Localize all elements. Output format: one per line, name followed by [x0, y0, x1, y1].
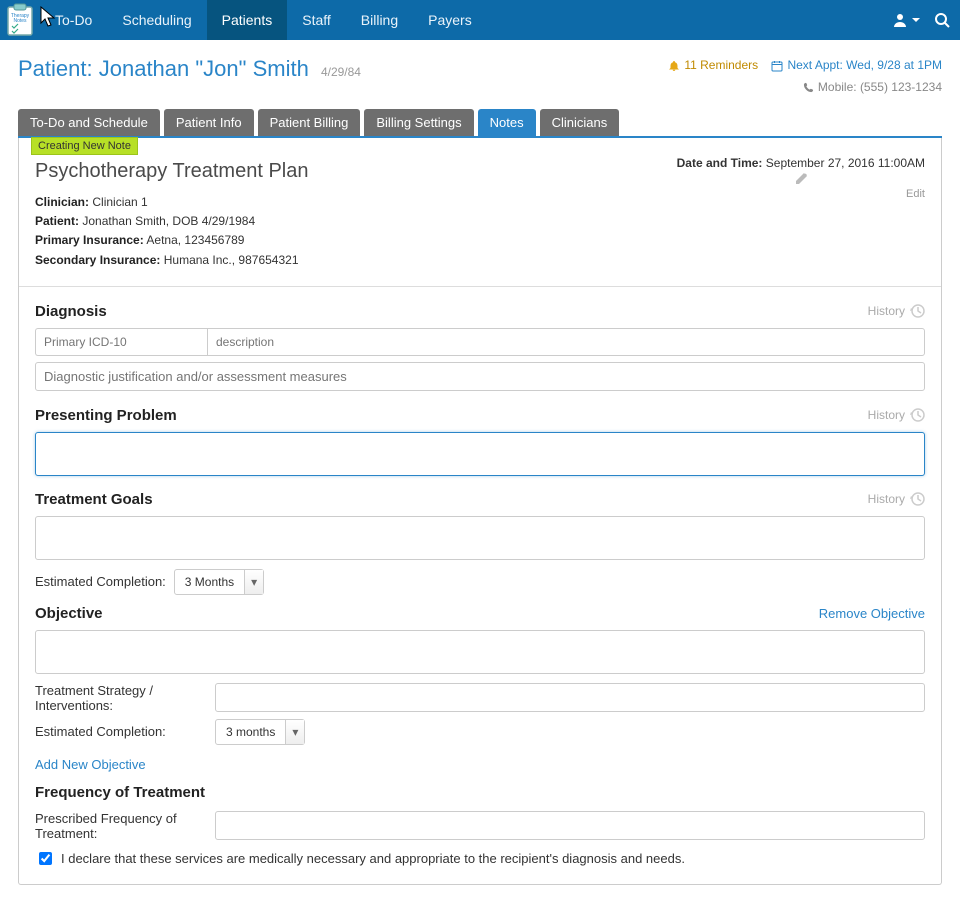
objective-est-completion-value: 3 months [216, 725, 285, 739]
patient-meta-value: Jonathan Smith, DOB 4/29/1984 [82, 214, 255, 228]
remove-objective-link[interactable]: Remove Objective [819, 606, 925, 621]
patient-meta-label: Patient: [35, 214, 79, 228]
objective-est-completion-select[interactable]: 3 months ▾ [215, 719, 305, 745]
history-icon [909, 491, 925, 507]
tab-clinicians[interactable]: Clinicians [540, 109, 620, 136]
strategy-label: Treatment Strategy / Interventions: [35, 683, 207, 713]
nav-billing[interactable]: Billing [346, 0, 413, 40]
clinician-label: Clinician: [35, 195, 89, 209]
declaration-checkbox[interactable] [39, 852, 52, 865]
tab-patient-info[interactable]: Patient Info [164, 109, 254, 136]
goals-title: Treatment Goals [35, 491, 153, 508]
tab-patient-billing[interactable]: Patient Billing [258, 109, 361, 136]
chevron-down-icon: ▾ [244, 570, 263, 594]
tab-notes[interactable]: Notes [478, 109, 536, 136]
tab-todo-schedule[interactable]: To-Do and Schedule [18, 109, 160, 136]
frequency-title: Frequency of Treatment [35, 784, 925, 801]
presenting-textarea[interactable] [35, 432, 925, 476]
prescribed-freq-label: Prescribed Frequency of Treatment: [35, 811, 207, 841]
goals-est-completion-value: 3 Months [175, 575, 244, 589]
nav-payers[interactable]: Payers [413, 0, 487, 40]
history-icon [909, 407, 925, 423]
patient-title: Patient: Jonathan "Jon" Smith 4/29/84 [18, 56, 361, 82]
strategy-input[interactable] [215, 683, 925, 712]
goals-est-completion-label: Estimated Completion: [35, 574, 166, 589]
patient-dob: 4/29/84 [321, 65, 361, 79]
nav-scheduling[interactable]: Scheduling [107, 0, 206, 40]
patient-header-right: 11 Reminders Next Appt: Wed, 9/28 at 1PM… [668, 56, 942, 99]
goals-history-text: History [868, 492, 905, 506]
nav-patients[interactable]: Patients [207, 0, 288, 40]
edit-text: Edit [906, 188, 925, 200]
goals-est-completion-select[interactable]: 3 Months ▾ [174, 569, 264, 595]
app-logo[interactable]: Therapy Notes [0, 0, 40, 40]
phone-icon [803, 82, 814, 93]
search-icon[interactable] [934, 12, 950, 28]
patient-header: Patient: Jonathan "Jon" Smith 4/29/84 11… [18, 56, 942, 99]
reminders-link[interactable]: 11 Reminders [668, 56, 758, 75]
nav-items: To-Do Scheduling Patients Staff Billing … [40, 0, 892, 40]
diagnosis-title: Diagnosis [35, 303, 107, 320]
nav-todo[interactable]: To-Do [40, 0, 107, 40]
objective-title: Objective [35, 605, 103, 622]
nav-staff[interactable]: Staff [287, 0, 346, 40]
diagnosis-history[interactable]: History [868, 303, 925, 319]
note-wrapper: Creating New Note Psychotherapy Treatmen… [18, 138, 942, 885]
diagnosis-history-text: History [868, 304, 905, 318]
datetime-label: Date and Time: [677, 156, 763, 170]
add-objective-link[interactable]: Add New Objective [35, 757, 146, 772]
patient-label: Patient: [18, 56, 93, 81]
presenting-title: Presenting Problem [35, 407, 177, 424]
primary-ins-label: Primary Insurance: [35, 233, 144, 247]
secondary-ins-value: Humana Inc., 987654321 [164, 253, 299, 267]
prescribed-freq-input[interactable] [215, 811, 925, 840]
pencil-icon [794, 172, 808, 186]
patient-name[interactable]: Jonathan "Jon" Smith [99, 56, 309, 81]
nav-right [892, 0, 960, 40]
next-appt-link[interactable]: Next Appt: Wed, 9/28 at 1PM [771, 56, 942, 75]
user-menu[interactable] [892, 12, 920, 28]
tab-billing-settings[interactable]: Billing Settings [364, 109, 473, 136]
calendar-icon [771, 60, 783, 72]
note-title: Psychotherapy Treatment Plan [35, 160, 308, 183]
datetime: Date and Time: September 27, 2016 11:00A… [677, 156, 925, 170]
presenting-history-text: History [868, 408, 905, 422]
edit-datetime[interactable]: Edit [677, 172, 925, 200]
declaration-text: I declare that these services are medica… [61, 851, 685, 866]
chevron-down-icon: ▾ [285, 720, 304, 744]
note-meta: Clinician: Clinician 1 Patient: Jonathan… [35, 193, 308, 270]
bell-icon [668, 60, 680, 72]
diagnosis-desc-input[interactable] [207, 328, 925, 356]
reminders-text: 11 Reminders [684, 56, 758, 75]
presenting-history[interactable]: History [868, 407, 925, 423]
goals-textarea[interactable] [35, 516, 925, 560]
primary-ins-value: Aetna, 123456789 [146, 233, 244, 247]
mobile-text: Mobile: (555) 123-1234 [803, 78, 942, 97]
top-nav: Therapy Notes To-Do Scheduling Patients … [0, 0, 960, 40]
goals-history[interactable]: History [868, 491, 925, 507]
secondary-ins-label: Secondary Insurance: [35, 253, 160, 267]
datetime-value: September 27, 2016 11:00AM [766, 156, 925, 170]
mobile-number: Mobile: (555) 123-1234 [818, 78, 942, 97]
svg-text:Notes: Notes [13, 18, 27, 24]
justification-input[interactable] [35, 362, 925, 391]
history-icon [909, 303, 925, 319]
next-appt-text: Next Appt: Wed, 9/28 at 1PM [787, 56, 942, 75]
objective-textarea[interactable] [35, 630, 925, 674]
tabs: To-Do and Schedule Patient Info Patient … [18, 109, 942, 138]
creating-note-banner: Creating New Note [31, 137, 138, 155]
clinician-value: Clinician 1 [92, 195, 147, 209]
objective-est-completion-label: Estimated Completion: [35, 724, 207, 739]
icd10-input[interactable] [35, 328, 207, 356]
